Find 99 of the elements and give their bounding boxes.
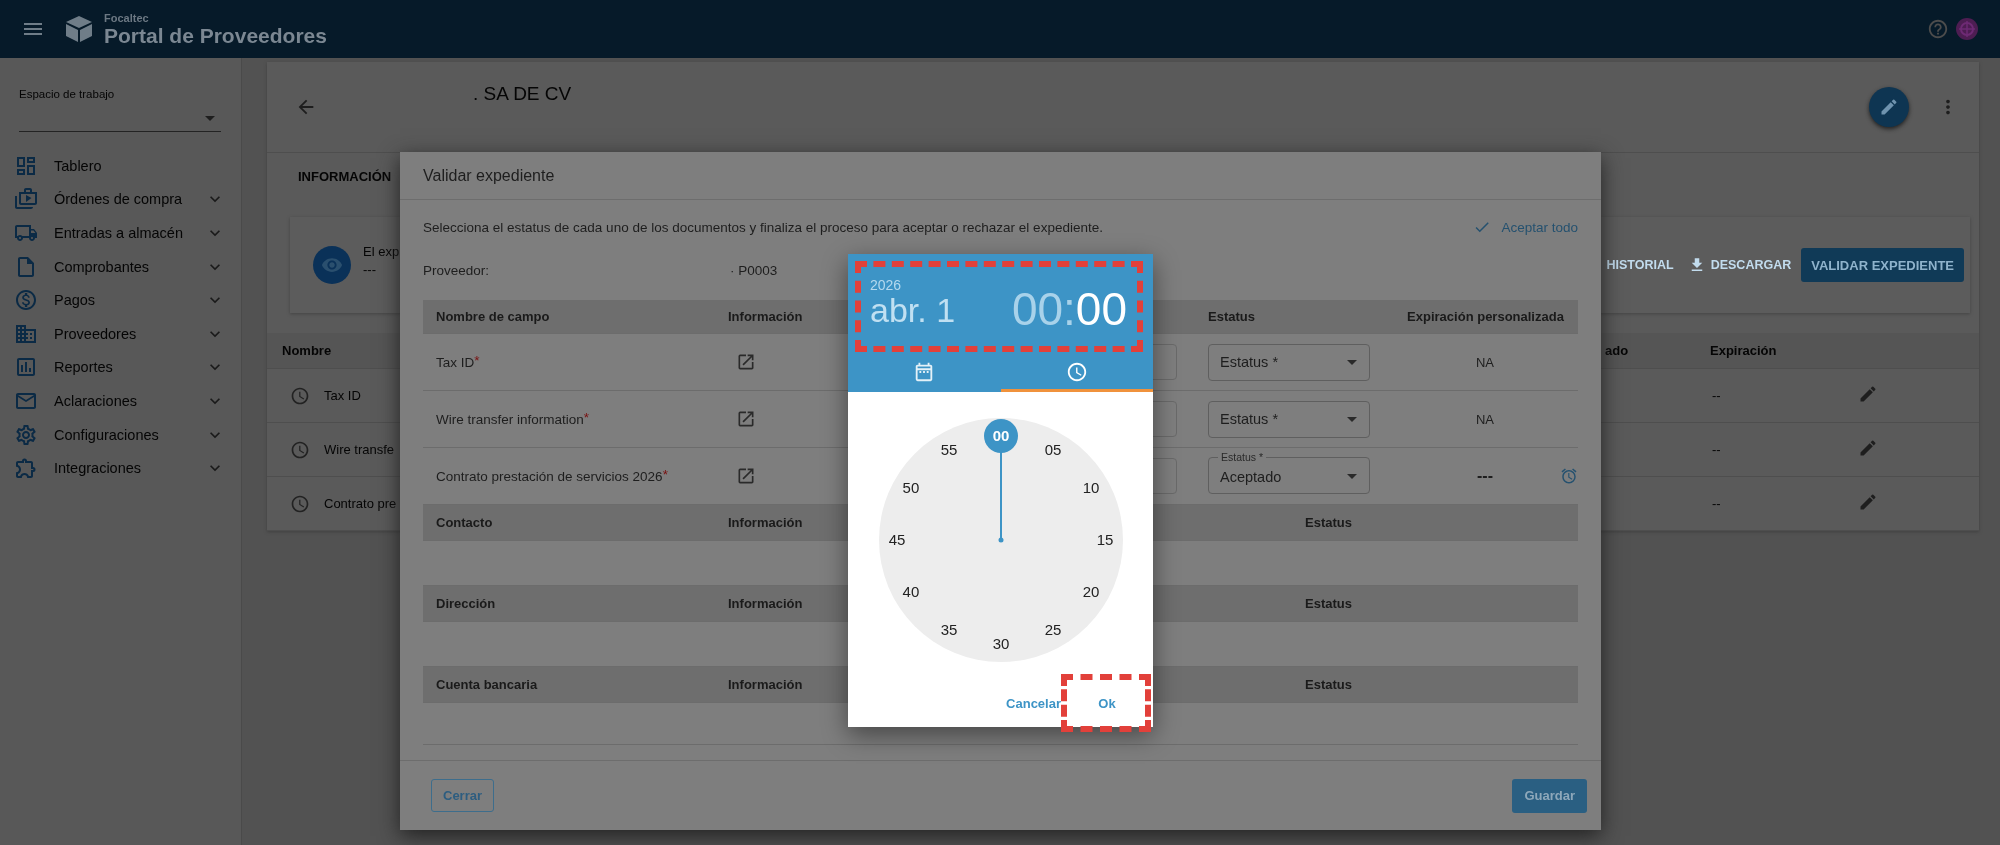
column-header: Estatus: [1304, 677, 1352, 692]
clock-number[interactable]: 40: [902, 583, 919, 600]
caret-icon: [1347, 474, 1357, 479]
clock-number[interactable]: 50: [902, 479, 919, 496]
tab[interactable]: INFORMACIÓN: [298, 169, 392, 184]
edit-icon[interactable]: [1858, 383, 1878, 404]
time-separator: :: [1063, 286, 1076, 332]
date-text[interactable]: abr. 1: [870, 293, 956, 329]
hour-text[interactable]: 00: [1011, 286, 1064, 332]
clock-number[interactable]: 30: [992, 635, 1009, 652]
document-name: Contrato pre: [324, 496, 397, 511]
column-header: ado: [1604, 343, 1629, 358]
puzzle-icon: [14, 456, 38, 481]
column-header: Información: [727, 596, 803, 611]
clock-number[interactable]: 45: [888, 531, 905, 548]
column-header: Estatus: [1207, 309, 1255, 324]
edit-icon[interactable]: [1858, 437, 1878, 458]
clock-number[interactable]: 25: [1044, 621, 1061, 639]
sidebar-item[interactable]: Pagos: [0, 283, 241, 317]
avatar[interactable]: [1956, 18, 1978, 40]
save-button[interactable]: Guardar: [1512, 778, 1587, 813]
column-header: Nombre de campo: [435, 309, 550, 324]
column-header: Estatus: [1304, 596, 1352, 611]
box-logo-icon: [64, 14, 94, 44]
expiration-text: --: [1711, 388, 1721, 403]
clock-number[interactable]: 05: [1044, 440, 1061, 458]
caret-icon: [1347, 416, 1357, 422]
open-link-icon[interactable]: [736, 466, 756, 486]
status-select[interactable]: Estatus *: [1208, 343, 1370, 381]
caret-icon: [205, 116, 215, 121]
briefcase-icon: [14, 187, 38, 212]
status-select[interactable]: Estatus *: [1208, 400, 1370, 438]
validate-button[interactable]: VALIDAR EXPEDIENTE: [1801, 248, 1964, 282]
brand-subtitle: Focaltec: [104, 12, 150, 24]
expiration-text: --: [1711, 496, 1721, 511]
column-header: Información: [727, 309, 803, 324]
document-name: Wire transfe: [324, 442, 395, 457]
column-header: Dirección: [435, 596, 496, 611]
sidebar-item[interactable]: Comprobantes: [0, 249, 241, 284]
sidebar-item[interactable]: Entradas a almacén: [0, 216, 241, 250]
dialog-description: Selecciona el estatus de cada uno de los documentos y finaliza el proceso para aceptar o rechazar el expediente.: [423, 219, 1103, 235]
provider-value: · P0003: [730, 262, 778, 278]
caret-icon: [1347, 359, 1357, 365]
clock-number[interactable]: 15: [1096, 531, 1113, 548]
clock-number[interactable]: 10: [1082, 479, 1099, 496]
open-link-icon[interactable]: [736, 409, 756, 429]
pencil-icon: [1879, 97, 1899, 117]
clock-hand[interactable]: [998, 451, 1003, 543]
provider-label: Proveedor:: [423, 262, 491, 278]
edit-button[interactable]: [1869, 87, 1909, 127]
clock-icon: [290, 439, 310, 460]
notice-text: El exp: [363, 242, 400, 261]
column-header: Expiración: [1709, 343, 1777, 358]
sidebar-item[interactable]: Aclaraciones: [0, 384, 241, 418]
sidebar-item[interactable]: Tablero: [0, 149, 241, 183]
edit-icon[interactable]: [1858, 491, 1878, 512]
sidebar-item[interactable]: Integraciones: [0, 451, 241, 485]
expiration-text: NA: [1475, 411, 1495, 427]
settings-icon: [14, 422, 38, 447]
sidebar-item[interactable]: Reportes: [0, 350, 241, 385]
clock-number[interactable]: 20: [1082, 583, 1099, 600]
brand-name: Portal de Proveedores: [104, 24, 327, 46]
clock-icon: [290, 385, 310, 406]
column-header: Información: [727, 515, 803, 530]
column-header: Cuenta bancaria: [435, 677, 538, 692]
clock-number[interactable]: 35: [940, 621, 957, 639]
ok-button[interactable]: Ok: [1077, 685, 1137, 721]
clock-icon: [290, 493, 310, 514]
column-header: Estatus: [1304, 515, 1352, 530]
expiration-text: NA: [1475, 354, 1495, 370]
minute-text[interactable]: 00: [1075, 286, 1127, 332]
sidebar-item[interactable]: Órdenes de compra: [0, 182, 241, 217]
selected-minute[interactable]: 00: [983, 419, 1018, 453]
action-link[interactable]: DESCARGAR: [1683, 256, 1796, 274]
notice-detail: ---: [363, 261, 377, 279]
workspace-label: Espacio de trabajo: [19, 88, 115, 100]
accept-all-button[interactable]: Aceptar todo: [1473, 218, 1578, 236]
action-link[interactable]: HISTORIAL: [1602, 258, 1678, 272]
expiration-text: ---: [1477, 467, 1493, 485]
column-header: Contacto: [435, 515, 493, 530]
year-text[interactable]: 2026: [870, 277, 956, 294]
open-link-icon[interactable]: [736, 352, 756, 372]
clock-number[interactable]: 55: [940, 440, 957, 458]
clock-icon: [1065, 360, 1088, 383]
help-icon[interactable]: [1927, 18, 1949, 40]
alarm-icon[interactable]: [1560, 467, 1578, 485]
cancel-button[interactable]: Cancelar: [1002, 685, 1065, 721]
eye-icon: [313, 246, 351, 284]
sidebar-item[interactable]: Proveedores: [0, 316, 241, 351]
sidebar-item[interactable]: Configuraciones: [0, 417, 241, 452]
expiration-text: --: [1711, 442, 1721, 457]
close-button[interactable]: Cerrar: [431, 779, 495, 812]
dialog-title: Validar expediente: [423, 166, 555, 185]
column-header: Expiración personalizada: [1406, 309, 1564, 324]
column-header: Información: [727, 677, 803, 692]
document-name: Tax ID: [324, 388, 361, 403]
column-header: Nombre: [281, 343, 332, 358]
dollar-icon: [14, 288, 38, 313]
page-title: . SA DE CV: [473, 83, 572, 105]
